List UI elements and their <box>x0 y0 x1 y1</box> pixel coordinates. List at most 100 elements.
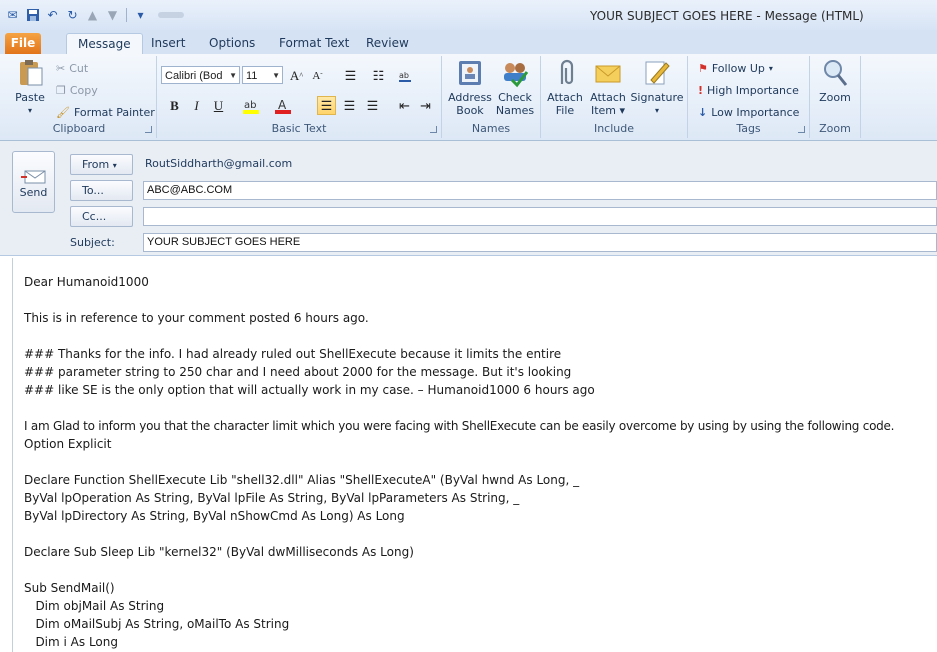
increase-indent-icon[interactable]: ⇥ <box>416 96 435 115</box>
redo-icon[interactable]: ↻ <box>64 7 81 23</box>
magnifier-icon <box>820 58 850 88</box>
low-importance-button[interactable]: ↓ Low Importance <box>698 106 799 119</box>
cut-button[interactable]: ✂ Cut <box>56 62 88 75</box>
tab-insert[interactable]: Insert <box>140 33 196 54</box>
body-line: Dear Humanoid1000 <box>24 275 149 289</box>
down-arrow-icon[interactable]: ▼ <box>104 7 121 23</box>
tab-format-text[interactable]: Format Text <box>268 33 360 54</box>
send-button[interactable]: Send <box>12 151 55 213</box>
cc-field[interactable] <box>143 207 937 226</box>
svg-text:A: A <box>278 98 287 112</box>
body-line: ByVal lpOperation As String, ByVal lpFil… <box>24 491 520 505</box>
ribbon-tabs: File Message Insert Options Format Text … <box>0 30 937 56</box>
toolbar-separator <box>126 8 127 22</box>
attach-item-button[interactable]: Attach Item ▾ <box>587 58 629 117</box>
paste-icon <box>15 58 45 88</box>
chevron-down-icon: ▼ <box>229 71 237 80</box>
dialog-launcher-icon[interactable] <box>145 126 152 133</box>
send-icon <box>20 170 47 184</box>
chevron-down-icon: ▼ <box>272 71 280 80</box>
check-names-icon <box>500 58 530 88</box>
body-line: Option Explicit <box>24 437 112 451</box>
copy-icon: ❐ <box>56 84 66 97</box>
paperclip-icon <box>550 58 580 88</box>
clear-formatting-icon[interactable]: ab <box>395 66 414 85</box>
copy-button[interactable]: ❐ Copy <box>56 84 98 97</box>
include-label: Include <box>593 122 635 135</box>
font-name-combo[interactable]: Calibri (Bod ▼ <box>161 66 240 84</box>
shrink-font-icon[interactable]: Aˇ <box>308 66 327 85</box>
tab-review[interactable]: Review <box>355 33 420 54</box>
clipboard-label: Clipboard <box>52 122 106 135</box>
exclamation-icon: ! <box>698 84 704 97</box>
body-line: Sub SendMail() <box>24 581 115 595</box>
paste-button[interactable]: Paste ▾ <box>10 58 50 117</box>
body-line: Dim objMail As String <box>24 599 165 613</box>
grow-font-icon[interactable]: A ^ <box>287 66 306 85</box>
from-value: RoutSiddharth@gmail.com <box>145 157 293 170</box>
check-names-button[interactable]: Check Names <box>492 58 538 117</box>
message-header: Send From ▾ RoutSiddharth@gmail.com To..… <box>0 141 937 256</box>
signature-icon <box>642 58 672 88</box>
brush-icon: 🖌 <box>56 106 70 119</box>
basic-text-label: Basic Text <box>271 122 327 135</box>
tags-group: ⚑ Follow Up ▾ ! High Importance ↓ Low Import… <box>688 56 810 138</box>
signature-button[interactable]: Signature ▾ <box>629 58 685 117</box>
flag-icon: ⚑ <box>698 62 708 75</box>
format-painter-button[interactable]: 🖌 Format Painter <box>56 106 155 119</box>
app-icon[interactable]: ✉ <box>4 7 21 23</box>
cc-button[interactable]: Cc... <box>70 206 133 227</box>
basic-text-group: Calibri (Bod ▼ 11 ▼ A ^ Aˇ ☰ ☷ ab B I U ab … <box>157 56 442 138</box>
include-group: Attach File Attach Item ▾ Signature ▾ In… <box>541 56 688 138</box>
font-size-combo[interactable]: 11 ▼ <box>242 66 283 84</box>
body-line: ### parameter string to 250 char and I n… <box>24 365 572 379</box>
scissors-icon: ✂ <box>56 62 66 75</box>
underline-icon[interactable]: U <box>209 96 228 115</box>
from-button[interactable]: From ▾ <box>70 154 133 175</box>
window-title: YOUR SUBJECT GOES HERE - Message (HTML) <box>590 9 864 23</box>
body-line: ### Thanks for the info. I had already r… <box>24 347 562 361</box>
numbering-icon[interactable]: ☷ <box>369 66 388 85</box>
subject-field[interactable]: YOUR SUBJECT GOES HERE <box>143 233 937 252</box>
up-arrow-icon[interactable]: ▲ <box>84 7 101 23</box>
decrease-indent-icon[interactable]: ⇤ <box>395 96 414 115</box>
bold-icon[interactable]: B <box>165 96 184 115</box>
message-body[interactable]: Dear Humanoid1000 This is in reference t… <box>12 258 937 652</box>
title-bar: ✉ ↶ ↻ ▲ ▼ ▾ YOUR SUBJECT GOES HERE - Mes… <box>0 0 937 31</box>
body-line: Declare Sub Sleep Lib "kernel32" (ByVal … <box>24 545 414 559</box>
blurred-label <box>158 12 184 18</box>
ribbon: Paste ▾ ✂ Cut ❐ Copy 🖌 Format Painter Clipb… <box>0 54 937 141</box>
names-group: Address Book Check Names Names <box>442 56 541 138</box>
font-color-icon[interactable]: A <box>273 96 292 115</box>
zoom-label: Zoom <box>819 122 851 135</box>
dialog-launcher-icon[interactable] <box>430 126 437 133</box>
attach-file-button[interactable]: Attach File <box>543 58 587 117</box>
bullets-icon[interactable]: ☰ <box>341 66 360 85</box>
body-line: ### like SE is the only option that will… <box>24 383 595 397</box>
dialog-launcher-icon[interactable] <box>798 126 805 133</box>
body-line: Dim i As Long <box>24 635 118 649</box>
follow-up-button[interactable]: ⚑ Follow Up ▾ <box>698 62 773 75</box>
svg-text:ab: ab <box>244 100 256 111</box>
svg-text:ab: ab <box>399 71 409 80</box>
tab-message[interactable]: Message <box>66 33 143 56</box>
save-icon[interactable] <box>24 7 41 23</box>
body-line: Dim oMailSubj As String, oMailTo As Stri… <box>24 617 290 631</box>
align-center-icon[interactable]: ☰ <box>340 96 359 115</box>
body-line: This is in reference to your comment pos… <box>24 311 369 325</box>
align-left-icon[interactable]: ☰ <box>317 96 336 115</box>
align-right-icon[interactable]: ☰ <box>363 96 382 115</box>
tab-file[interactable]: File <box>5 33 41 54</box>
undo-icon[interactable]: ↶ <box>44 7 61 23</box>
body-line: I am Glad to inform you that the charact… <box>24 419 895 433</box>
italic-icon[interactable]: I <box>187 96 206 115</box>
zoom-button[interactable]: Zoom <box>814 58 856 104</box>
to-button[interactable]: To... <box>70 180 133 201</box>
high-importance-button[interactable]: ! High Importance <box>698 84 799 97</box>
address-book-button[interactable]: Address Book <box>446 58 494 117</box>
customize-toolbar-icon[interactable]: ▾ <box>132 7 149 23</box>
to-field[interactable]: ABC@ABC.COM <box>143 181 937 200</box>
tab-options[interactable]: Options <box>198 33 266 54</box>
highlight-icon[interactable]: ab <box>241 96 260 115</box>
tags-label: Tags <box>736 122 761 135</box>
